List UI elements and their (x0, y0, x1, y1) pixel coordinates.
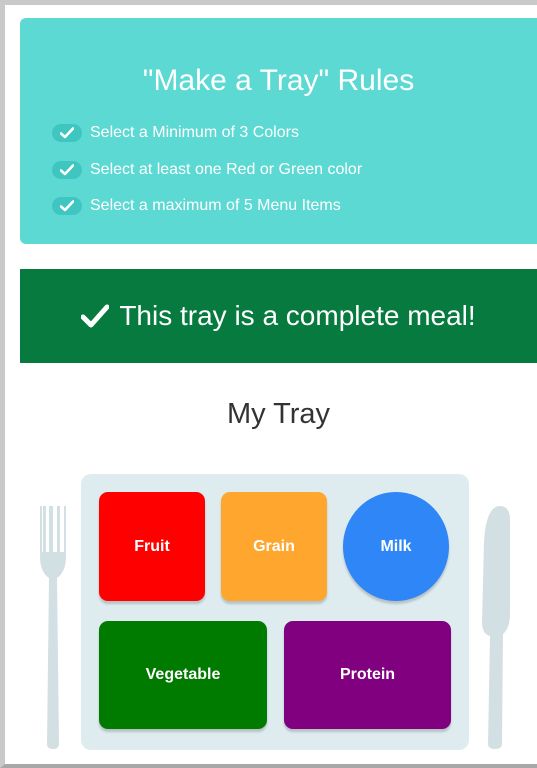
status-message: This tray is a complete meal! (119, 300, 476, 331)
tray-item-grain[interactable]: Grain (221, 492, 327, 601)
tray-item-vegetable[interactable]: Vegetable (99, 621, 267, 729)
tray: Fruit Grain Milk Vegetable Protein (81, 474, 469, 750)
fork-icon (40, 506, 66, 749)
rules-panel: "Make a Tray" Rules Select a Minimum of … (20, 18, 537, 244)
rule-label: Select a Minimum of 3 Colors (90, 124, 299, 141)
check-icon (81, 304, 110, 328)
tray-item-milk[interactable]: Milk (343, 492, 449, 601)
tray-item-label: Fruit (134, 537, 170, 555)
tray-item-label: Protein (339, 666, 396, 683)
rule-item-min-colors: Select a Minimum of 3 Colors (52, 122, 299, 144)
tray-item-fruit[interactable]: Fruit (99, 492, 205, 601)
knife-icon (482, 506, 510, 749)
tray-item-label: Milk (380, 537, 412, 555)
tray-title: My Tray (226, 398, 331, 430)
rule-label: Select at least one Red or Green color (90, 161, 363, 178)
complete-meal-banner: This tray is a complete meal! (20, 269, 537, 363)
rules-title: "Make a Tray" Rules (142, 64, 415, 97)
check-icon (52, 161, 82, 179)
tray-item-label: Grain (253, 537, 295, 555)
tray-item-label: Vegetable (145, 666, 221, 683)
rule-label: Select a maximum of 5 Menu Items (90, 197, 341, 214)
rule-item-max-items: Select a maximum of 5 Menu Items (52, 195, 341, 217)
rule-item-red-green: Select at least one Red or Green color (52, 159, 362, 181)
check-icon (52, 197, 82, 215)
check-icon (52, 124, 82, 142)
tray-item-protein[interactable]: Protein (284, 621, 451, 729)
